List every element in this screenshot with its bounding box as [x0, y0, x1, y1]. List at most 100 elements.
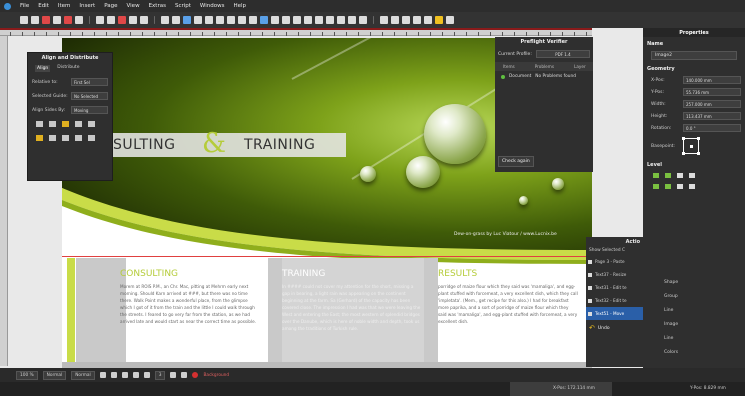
measure-icon[interactable]	[337, 16, 345, 24]
text-frame-icon[interactable]	[172, 16, 180, 24]
raise-to-top-icon[interactable]	[653, 173, 659, 178]
lower-icon[interactable]	[653, 184, 659, 189]
align-top-icon[interactable]	[75, 121, 82, 127]
menu-view[interactable]: View	[127, 3, 140, 9]
zoom-icon[interactable]	[293, 16, 301, 24]
zoom-select[interactable]: 100 %	[16, 370, 38, 380]
render-frame-icon[interactable]	[194, 16, 202, 24]
menu-insert[interactable]: Insert	[79, 3, 95, 9]
check-again-button[interactable]: Check again	[498, 156, 534, 167]
tab-line-2[interactable]: Line	[664, 336, 699, 341]
line-icon[interactable]	[249, 16, 257, 24]
table-icon[interactable]	[205, 16, 213, 24]
close-icon[interactable]	[53, 16, 61, 24]
column-heading-training[interactable]: TRAINING	[282, 269, 325, 279]
size-lock-icon[interactable]	[689, 184, 695, 189]
result-row[interactable]: Document No Problems found	[495, 71, 593, 82]
undo-button[interactable]: ↶ Undo	[586, 320, 643, 336]
history-item[interactable]: Page 3 - Paste	[586, 255, 643, 268]
align-sides-select[interactable]: Moving	[71, 106, 108, 114]
column-text-results[interactable]: porridge of maize flour which they said …	[438, 283, 578, 325]
lock-icon[interactable]	[677, 184, 683, 189]
distribute-top-icon[interactable]	[88, 135, 95, 141]
menu-help[interactable]: Help	[233, 3, 246, 9]
undo-icon[interactable]	[96, 16, 104, 24]
polygon-icon[interactable]	[227, 16, 235, 24]
align-left-icon[interactable]	[36, 121, 43, 127]
preflight-icon[interactable]	[75, 16, 83, 24]
menu-windows[interactable]: Windows	[200, 3, 225, 9]
tab-shape[interactable]: Shape	[664, 280, 699, 285]
edit-content-icon[interactable]	[304, 16, 312, 24]
paste-icon[interactable]	[140, 16, 148, 24]
history-item[interactable]: Text37 - Resize	[586, 268, 643, 281]
next-page-icon[interactable]	[170, 372, 177, 378]
link-frames-icon[interactable]	[315, 16, 323, 24]
profile-select[interactable]: PDF 1.4	[535, 50, 590, 58]
preview-mode-select[interactable]: Normal	[42, 370, 67, 380]
copy-properties-icon[interactable]	[348, 16, 356, 24]
name-field[interactable]: Image2	[651, 51, 737, 60]
align-right-icon[interactable]	[62, 121, 69, 127]
menu-edit[interactable]: Edit	[38, 3, 49, 9]
pdf-checkbox-icon[interactable]	[402, 16, 410, 24]
history-item[interactable]: Text31 - Edit te	[586, 281, 643, 294]
arc-icon[interactable]	[238, 16, 246, 24]
title-ampersand[interactable]: &	[202, 128, 226, 159]
vertical-ruler[interactable]	[0, 36, 8, 366]
distribute-left-icon[interactable]	[36, 135, 43, 141]
tab-line[interactable]: Line	[664, 308, 699, 313]
pdf-link-icon[interactable]	[446, 16, 454, 24]
tab-image[interactable]: Image	[664, 322, 699, 327]
layer-select[interactable]: Background	[203, 373, 229, 378]
zoom-in-icon[interactable]	[121, 372, 128, 378]
tab-distribute[interactable]: Distribute	[57, 65, 79, 72]
rotate-icon[interactable]	[282, 16, 290, 24]
xpos-field[interactable]: 140.000 mm	[683, 76, 741, 84]
raise-icon[interactable]	[665, 173, 671, 178]
menu-item[interactable]: Item	[58, 3, 71, 9]
distribute-right-icon[interactable]	[62, 135, 69, 141]
distribute-spacing-icon[interactable]	[75, 135, 82, 141]
history-item-selected[interactable]: Text51 - Move	[586, 307, 643, 320]
tab-align[interactable]: Align	[35, 65, 51, 72]
copy-icon[interactable]	[129, 16, 137, 24]
bezier-icon[interactable]	[260, 16, 268, 24]
pdf-annotation-icon[interactable]	[435, 16, 443, 24]
tab-colors[interactable]: Colors	[664, 350, 699, 355]
align-bottom-icon[interactable]	[88, 121, 95, 127]
zoom-out-icon[interactable]	[99, 372, 106, 378]
menu-file[interactable]: File	[20, 3, 29, 9]
select-tool-icon[interactable]	[161, 16, 169, 24]
cut-icon[interactable]	[118, 16, 126, 24]
distribute-center-icon[interactable]	[49, 135, 56, 141]
menu-extras[interactable]: Extras	[149, 3, 166, 9]
relative-to-select[interactable]: First Sel	[71, 78, 108, 86]
menu-page[interactable]: Page	[104, 3, 117, 9]
pdf-listbox-icon[interactable]	[424, 16, 432, 24]
tab-group[interactable]: Group	[664, 294, 699, 299]
print-icon[interactable]	[64, 16, 72, 24]
new-document-icon[interactable]	[20, 16, 28, 24]
prev-page-icon[interactable]	[143, 372, 150, 378]
first-page-icon[interactable]	[132, 372, 139, 378]
align-center-icon[interactable]	[49, 121, 56, 127]
save-icon[interactable]	[42, 16, 50, 24]
eye-dropper-icon[interactable]	[359, 16, 367, 24]
lower-to-bottom-icon[interactable]	[665, 184, 671, 189]
title-consulting[interactable]: SULTING	[113, 137, 176, 153]
column-heading-results[interactable]: RESULTS	[438, 269, 477, 279]
menu-script[interactable]: Script	[175, 3, 191, 9]
rotation-field[interactable]: 0.0 °	[683, 124, 741, 132]
flip-horizontal-icon[interactable]	[677, 173, 683, 178]
column-heading-consulting[interactable]: CONSULTING	[120, 269, 178, 279]
basepoint-selector[interactable]	[681, 137, 700, 155]
zoom-100-icon[interactable]	[110, 372, 117, 378]
height-field[interactable]: 113.437 mm	[683, 112, 741, 120]
flip-vertical-icon[interactable]	[689, 173, 695, 178]
ypos-field[interactable]: 55.736 mm	[683, 88, 741, 96]
last-page-icon[interactable]	[181, 372, 188, 378]
column-text-training[interactable]: In #### could not cover my attention for…	[282, 283, 422, 332]
redo-icon[interactable]	[107, 16, 115, 24]
pdf-textfield-icon[interactable]	[391, 16, 399, 24]
